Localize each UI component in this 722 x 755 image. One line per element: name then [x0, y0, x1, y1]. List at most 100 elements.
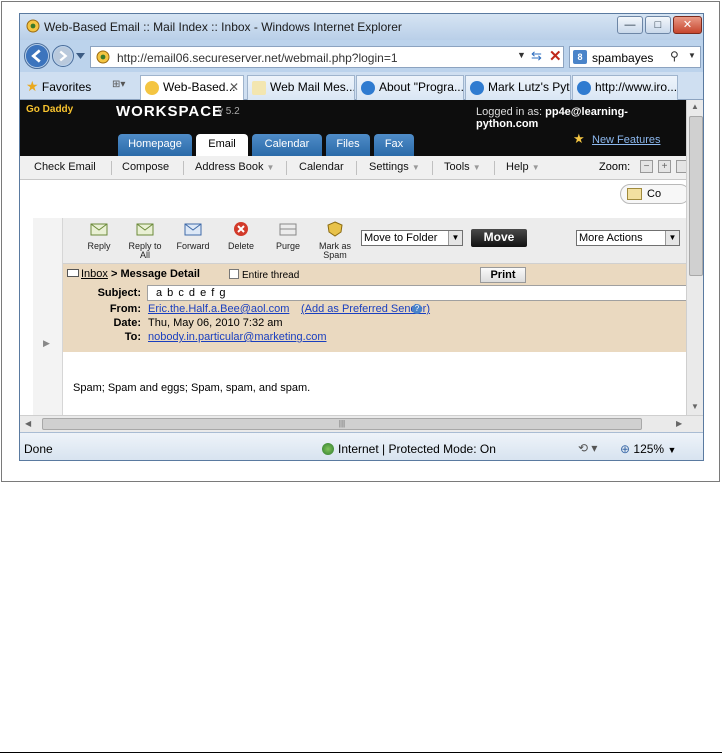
menu-compose[interactable]: Compose [122, 161, 169, 173]
purge-button[interactable]: Purge [266, 221, 310, 251]
help-icon[interactable]: ? [412, 304, 422, 314]
chevron-down-icon: ▼ [448, 231, 462, 245]
to-address-link[interactable]: nobody.in.particular@marketing.com [148, 331, 327, 343]
expand-arrow-icon[interactable]: ▶ [43, 338, 50, 349]
browser-tab-2[interactable]: Web Mail Mes... [247, 75, 355, 100]
menu-tools[interactable]: Tools ▼ [444, 161, 481, 173]
vertical-scrollbar[interactable]: ▲ ▼ [686, 100, 703, 415]
horizontal-scroll-thumb[interactable]: ||| [42, 418, 642, 430]
new-features-star-icon: ★ [573, 131, 585, 146]
page-content: Go Daddy WORKSPACE v 5.2 Logged in as: p… [20, 100, 686, 415]
menu-separator [356, 161, 357, 175]
search-input[interactable]: spambayes [592, 51, 653, 65]
login-info: Logged in as: pp4e@learning-python.com [476, 106, 686, 130]
tab-close-icon[interactable]: ✕ [229, 76, 239, 98]
entire-thread-checkbox[interactable] [229, 269, 239, 279]
breadcrumb: Inbox > Message Detail [67, 268, 200, 280]
purge-icon [279, 223, 297, 236]
subject-label: Subject: [97, 287, 141, 299]
add-preferred-sender-link[interactable]: (Add as Preferred Sender) [301, 303, 430, 315]
reply-all-button[interactable]: Reply to All [123, 221, 167, 260]
move-to-folder-select[interactable]: Move to Folder ▼ [361, 230, 463, 246]
more-actions-select[interactable]: More Actions ▼ [576, 230, 680, 246]
tab-label: Mark Lutz's Pyt... [488, 80, 571, 94]
back-button[interactable] [24, 43, 50, 69]
search-icon[interactable]: ⚲ [670, 49, 679, 63]
quick-tabs-icon[interactable]: ⊞▾ [112, 79, 125, 90]
popup-blocker-icon[interactable]: ⟲ ▾ [578, 441, 597, 455]
menu-address-book[interactable]: Address Book ▼ [195, 161, 274, 173]
stop-icon[interactable]: ✕ [549, 47, 562, 65]
chevron-down-icon: ▼ [472, 163, 481, 172]
close-button[interactable]: ✕ [673, 16, 702, 34]
search-options-icon[interactable]: ▼ [688, 51, 696, 60]
scroll-up-icon[interactable]: ▲ [691, 102, 699, 111]
zoom-out-icon[interactable]: − [640, 160, 653, 173]
menu-separator [432, 161, 433, 175]
breadcrumb-inbox-link[interactable]: Inbox [81, 268, 108, 280]
more-actions-value: More Actions [579, 232, 643, 244]
scroll-right-icon[interactable]: ▶ [676, 419, 682, 428]
menu-separator [494, 161, 495, 175]
tab-label: http://www.iro... [595, 80, 678, 94]
folder-pane-collapsed[interactable]: ▶ [33, 218, 63, 415]
tab-calendar[interactable]: Calendar [252, 134, 322, 156]
forward-button[interactable] [52, 45, 74, 67]
tab-label: About "Progra... [379, 80, 464, 94]
zoom-level[interactable]: ⊕ 125% ▼ [620, 442, 676, 456]
delete-button[interactable]: Delete [219, 221, 263, 251]
browser-window: Web-Based Email :: Mail Index :: Inbox -… [19, 13, 704, 461]
from-label: From: [109, 303, 141, 315]
history-dropdown-icon[interactable] [76, 53, 85, 59]
globe-icon [322, 443, 334, 455]
chevron-down-icon: ▼ [531, 163, 540, 172]
menu-help[interactable]: Help ▼ [506, 161, 540, 173]
move-button[interactable]: Move [471, 229, 527, 247]
zoom-in-icon[interactable]: + [658, 160, 671, 173]
menu-calendar[interactable]: Calendar [299, 161, 344, 173]
print-button[interactable]: Print [480, 267, 526, 283]
menu-check-email[interactable]: Check Email [34, 161, 96, 173]
tab-homepage[interactable]: Homepage [118, 134, 192, 156]
mark-as-spam-button[interactable]: Mark as Spam [313, 221, 357, 260]
tab-files[interactable]: Files [326, 134, 370, 156]
reply-label: Reply [87, 241, 111, 251]
browser-tab-5[interactable]: http://www.iro... [572, 75, 678, 100]
favorites-button[interactable]: ★ Favorites [26, 78, 91, 95]
horizontal-scrollbar[interactable]: ◀ ||| ▶ [20, 415, 703, 432]
zoom-level-value: 125% [633, 442, 665, 456]
forward-button[interactable]: Forward [171, 221, 215, 251]
ie-icon [361, 81, 375, 95]
from-address-link[interactable]: Eric.the.Half.a.Bee@aol.com [148, 303, 289, 315]
maximize-button[interactable]: □ [645, 16, 671, 34]
chevron-down-icon: ▼ [411, 163, 420, 172]
menu-settings[interactable]: Settings ▼ [369, 161, 420, 173]
compose-shortcut-button[interactable]: Co [620, 184, 686, 204]
refresh-icon[interactable]: ⇆ [531, 48, 542, 64]
spam-shield-icon [327, 221, 343, 237]
scroll-down-icon[interactable]: ▼ [691, 402, 699, 411]
browser-tab-3[interactable]: About "Progra... [356, 75, 464, 100]
purge-label: Purge [275, 241, 301, 251]
reply-all-icon [136, 223, 154, 236]
scroll-left-icon[interactable]: ◀ [25, 419, 31, 428]
zoom-reset-icon[interactable] [676, 160, 686, 173]
address-bar[interactable]: http://email06.secureserver.net/webmail.… [90, 46, 564, 68]
reply-button[interactable]: Reply [77, 221, 121, 251]
tab-fax[interactable]: Fax [374, 134, 414, 156]
browser-tab-1[interactable]: Web-Based... ✕ [140, 75, 244, 100]
tab-email[interactable]: Email [196, 134, 248, 156]
address-dropdown-icon[interactable]: ▼ [517, 50, 526, 60]
star-icon: ★ [26, 78, 39, 94]
minimize-button[interactable]: — [617, 16, 643, 34]
status-text: Done [24, 442, 53, 456]
subject-value: a b c d e f g [147, 285, 686, 301]
new-features-link[interactable]: New Features [592, 134, 660, 146]
forward-label: Forward [176, 241, 210, 251]
godaddy-logo[interactable]: Go Daddy [26, 104, 73, 115]
security-zone[interactable]: Internet | Protected Mode: On [322, 442, 496, 456]
entire-thread-toggle[interactable]: Entire thread [229, 269, 299, 281]
browser-tab-4[interactable]: Mark Lutz's Pyt... [465, 75, 571, 100]
search-box[interactable]: 8 spambayes ⚲ ▼ [569, 46, 701, 68]
vertical-scroll-thumb[interactable] [689, 116, 703, 276]
